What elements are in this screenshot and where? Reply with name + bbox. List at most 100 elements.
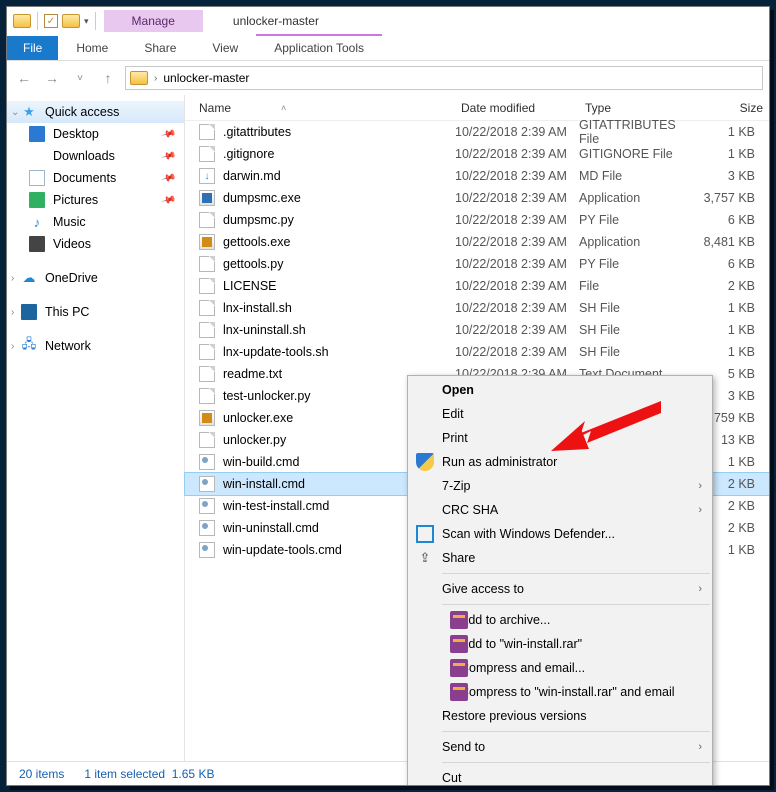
- folder-icon: [130, 71, 148, 85]
- navigation-pane: ⌄ ★ Quick access Desktop📌Downloads📌Docum…: [7, 95, 185, 761]
- sidebar-item-documents[interactable]: Documents📌: [7, 167, 184, 189]
- cm-send-to[interactable]: Send to ›: [408, 735, 712, 759]
- cm-add-archive[interactable]: Add to archive...: [408, 608, 712, 632]
- cm-scan-defender[interactable]: Scan with Windows Defender...: [408, 522, 712, 546]
- chevron-right-icon[interactable]: ›: [11, 341, 14, 352]
- archive-icon: [450, 635, 468, 653]
- qat-newfolder-icon[interactable]: [62, 14, 80, 28]
- nav-back-button[interactable]: ←: [13, 67, 35, 89]
- nav-label: Quick access: [45, 105, 119, 119]
- nav-label: Downloads: [53, 149, 115, 163]
- nav-this-pc[interactable]: › This PC: [7, 301, 184, 323]
- file-row[interactable]: .gitignore 10/22/2018 2:39 AM GITIGNORE …: [185, 143, 769, 165]
- file-size: 1 KB: [699, 125, 769, 139]
- nav-forward-button[interactable]: →: [41, 67, 63, 89]
- file-icon: [199, 212, 215, 228]
- file-row[interactable]: darwin.md 10/22/2018 2:39 AM MD File 3 K…: [185, 165, 769, 187]
- sidebar-item-desktop[interactable]: Desktop📌: [7, 123, 184, 145]
- file-name: lnx-update-tools.sh: [223, 345, 329, 359]
- file-row[interactable]: lnx-install.sh 10/22/2018 2:39 AM SH Fil…: [185, 297, 769, 319]
- status-selection-size: 1.65 KB: [172, 767, 215, 781]
- cm-label: Run as administrator: [442, 455, 557, 469]
- cm-open[interactable]: Open: [408, 378, 712, 402]
- cm-crc-sha[interactable]: CRC SHA ›: [408, 498, 712, 522]
- address-segment[interactable]: unlocker-master: [163, 71, 249, 85]
- videos-icon: [29, 236, 45, 252]
- pc-icon: [21, 304, 37, 320]
- chevron-down-icon[interactable]: ⌄: [11, 107, 19, 118]
- file-row[interactable]: LICENSE 10/22/2018 2:39 AM File 2 KB: [185, 275, 769, 297]
- pin-icon: 📌: [160, 192, 176, 208]
- chevron-right-icon[interactable]: ›: [154, 73, 157, 84]
- nav-label: Desktop: [53, 127, 99, 141]
- sidebar-item-pictures[interactable]: Pictures📌: [7, 189, 184, 211]
- cm-label: CRC SHA: [442, 503, 498, 517]
- tab-share[interactable]: Share: [126, 36, 194, 60]
- sidebar-item-videos[interactable]: Videos: [7, 233, 184, 255]
- file-name: win-build.cmd: [223, 455, 299, 469]
- archive-icon: [450, 683, 468, 701]
- nav-recent-dropdown[interactable]: ˅: [69, 67, 91, 89]
- folder-icon: [13, 14, 31, 28]
- file-type: GITATTRIBUTES File: [579, 118, 699, 146]
- col-type[interactable]: Type: [579, 101, 699, 115]
- file-type: PY File: [579, 257, 699, 271]
- nav-up-button[interactable]: ↑: [97, 67, 119, 89]
- nav-network[interactable]: › 🖧 Network: [7, 335, 184, 357]
- file-name: LICENSE: [223, 279, 277, 293]
- file-row[interactable]: dumpsmc.exe 10/22/2018 2:39 AM Applicati…: [185, 187, 769, 209]
- cm-label: Add to archive...: [460, 613, 550, 627]
- pin-icon: 📌: [160, 170, 176, 186]
- cm-give-access[interactable]: Give access to ›: [408, 577, 712, 601]
- file-row[interactable]: .gitattributes 10/22/2018 2:39 AM GITATT…: [185, 121, 769, 143]
- file-type: SH File: [579, 301, 699, 315]
- sidebar-item-music[interactable]: ♪Music: [7, 211, 184, 233]
- cm-label: Send to: [442, 740, 485, 754]
- address-field[interactable]: › unlocker-master: [125, 66, 763, 90]
- cm-compress-email[interactable]: Compress and email...: [408, 656, 712, 680]
- col-name[interactable]: Name ˄: [193, 101, 455, 115]
- status-item-count: 20 items: [19, 767, 64, 781]
- cm-add-rar[interactable]: Add to "win-install.rar": [408, 632, 712, 656]
- cm-cut[interactable]: Cut: [408, 766, 712, 786]
- file-name: unlocker.exe: [223, 411, 293, 425]
- file-row[interactable]: lnx-uninstall.sh 10/22/2018 2:39 AM SH F…: [185, 319, 769, 341]
- col-size[interactable]: Size: [699, 101, 769, 115]
- cm-compress-rar-email[interactable]: Compress to "win-install.rar" and email: [408, 680, 712, 704]
- nav-quick-access[interactable]: ⌄ ★ Quick access: [7, 101, 184, 123]
- cm-edit[interactable]: Edit: [408, 402, 712, 426]
- file-type: PY File: [579, 213, 699, 227]
- qat-dropdown-icon[interactable]: ▾: [84, 16, 89, 27]
- file-row[interactable]: gettools.py 10/22/2018 2:39 AM PY File 6…: [185, 253, 769, 275]
- file-icon: [199, 322, 215, 338]
- file-date: 10/22/2018 2:39 AM: [455, 323, 579, 337]
- music-icon: ♪: [29, 214, 45, 230]
- file-tab[interactable]: File: [7, 36, 58, 60]
- file-date: 10/22/2018 2:39 AM: [455, 125, 579, 139]
- downloads-icon: [29, 148, 45, 164]
- file-name: dumpsmc.py: [223, 213, 294, 227]
- cm-share[interactable]: ⇪ Share: [408, 546, 712, 570]
- file-icon: [199, 454, 215, 470]
- cm-restore-previous[interactable]: Restore previous versions: [408, 704, 712, 728]
- file-row[interactable]: lnx-update-tools.sh 10/22/2018 2:39 AM S…: [185, 341, 769, 363]
- file-name: lnx-install.sh: [223, 301, 292, 315]
- file-name: win-update-tools.cmd: [223, 543, 342, 557]
- nav-onedrive[interactable]: › ☁ OneDrive: [7, 267, 184, 289]
- file-name: win-uninstall.cmd: [223, 521, 319, 535]
- cm-print[interactable]: Print: [408, 426, 712, 450]
- qat-properties-icon[interactable]: ✓: [44, 14, 58, 28]
- sidebar-item-downloads[interactable]: Downloads📌: [7, 145, 184, 167]
- cm-run-as-admin[interactable]: Run as administrator: [408, 450, 712, 474]
- context-menu: Open Edit Print Run as administrator 7-Z…: [407, 375, 713, 786]
- file-row[interactable]: gettools.exe 10/22/2018 2:39 AM Applicat…: [185, 231, 769, 253]
- chevron-right-icon[interactable]: ›: [11, 273, 14, 284]
- col-date[interactable]: Date modified: [455, 101, 579, 115]
- cm-7zip[interactable]: 7-Zip ›: [408, 474, 712, 498]
- file-size: 1 KB: [699, 301, 769, 315]
- file-row[interactable]: dumpsmc.py 10/22/2018 2:39 AM PY File 6 …: [185, 209, 769, 231]
- tab-view[interactable]: View: [194, 36, 256, 60]
- chevron-right-icon[interactable]: ›: [11, 307, 14, 318]
- tab-application-tools[interactable]: Application Tools: [256, 34, 382, 60]
- tab-home[interactable]: Home: [58, 36, 126, 60]
